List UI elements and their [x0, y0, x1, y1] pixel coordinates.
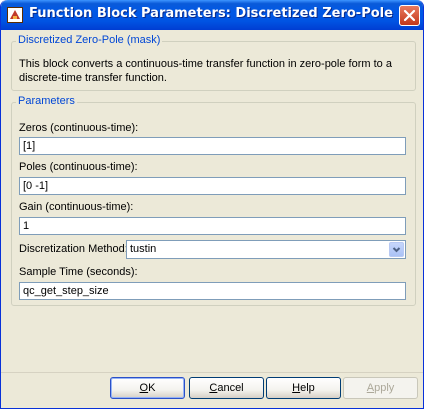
ok-mnemonic: O	[139, 382, 149, 394]
dialog-window: Function Block Parameters: Discretized Z…	[0, 0, 424, 409]
mask-group-label: Discretized Zero-Pole (mask)	[16, 34, 163, 46]
discretization-method-value: tustin	[130, 243, 157, 255]
zeros-label: Zeros (continuous-time):	[19, 122, 139, 134]
help-label-rest: elp	[300, 382, 315, 394]
discretization-method-label: Discretization Method:	[19, 243, 128, 255]
gain-label: Gain (continuous-time):	[19, 201, 134, 213]
ok-label-rest: K	[148, 382, 156, 394]
title-bar[interactable]: Function Block Parameters: Discretized Z…	[1, 0, 423, 30]
apply-button[interactable]: Apply	[343, 377, 418, 399]
mask-description: This block converts a continuous-time tr…	[19, 58, 392, 84]
help-mnemonic: H	[292, 382, 301, 394]
mask-description-group: Discretized Zero-Pole (mask) This block …	[11, 34, 416, 91]
poles-label: Poles (continuous-time):	[19, 161, 138, 173]
apply-mnemonic: A	[366, 382, 375, 394]
ok-button[interactable]: OK	[110, 377, 185, 399]
apply-label-rest: pply	[374, 382, 395, 394]
zeros-field[interactable]: [1]	[19, 137, 406, 155]
dropdown-button[interactable]	[389, 242, 404, 257]
discretization-method-select[interactable]: tustin	[126, 240, 406, 259]
close-icon	[403, 9, 416, 22]
simulink-block-icon[interactable]	[7, 7, 23, 23]
poles-field[interactable]: [0 -1]	[19, 177, 406, 195]
window-title: Function Block Parameters: Discretized Z…	[29, 6, 393, 21]
gain-field[interactable]: 1	[19, 217, 406, 235]
chevron-down-icon	[392, 247, 401, 253]
sample-time-field[interactable]: qc_get_step_size	[19, 282, 406, 300]
close-button[interactable]	[399, 5, 420, 26]
cancel-button[interactable]: Cancel	[189, 377, 264, 399]
cancel-label-rest: ancel	[217, 382, 244, 394]
parameters-group-label: Parameters	[16, 95, 77, 107]
button-bar-separator	[1, 372, 423, 373]
sample-time-label: Sample Time (seconds):	[19, 266, 138, 278]
help-button[interactable]: Help	[266, 377, 341, 399]
